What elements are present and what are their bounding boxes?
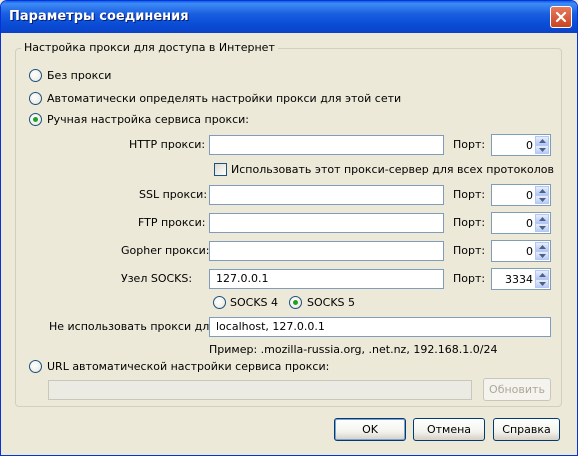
reload-button[interactable]: Обновить	[483, 378, 551, 401]
http-port-value: 0	[526, 139, 533, 152]
spin-up-icon[interactable]	[535, 186, 549, 195]
ftp-proxy-label: FTP прокси:	[138, 216, 206, 229]
proxy-settings-group: Настройка прокси для доступа в Интернет …	[15, 41, 562, 407]
socks-host-label: Узел SOCKS:	[121, 272, 193, 285]
http-proxy-input[interactable]	[209, 135, 444, 155]
spin-up-icon[interactable]	[535, 242, 549, 251]
ssl-port-value: 0	[526, 189, 533, 202]
spin-down-icon[interactable]	[535, 145, 549, 154]
window-title: Параметры соединения	[9, 9, 189, 24]
gopher-proxy-input[interactable]	[209, 241, 444, 261]
gopher-port-value: 0	[526, 245, 533, 258]
radio-no-proxy-label[interactable]: Без прокси	[47, 69, 111, 82]
radio-auto-url-label[interactable]: URL автоматической настройки сервиса про…	[47, 360, 329, 373]
spin-down-icon[interactable]	[535, 251, 549, 260]
radio-manual[interactable]	[29, 113, 42, 126]
http-proxy-label: HTTP прокси:	[129, 138, 206, 151]
spin-down-icon[interactable]	[535, 195, 549, 204]
radio-socks4[interactable]	[213, 296, 226, 309]
spin-down-icon[interactable]	[535, 223, 549, 232]
connection-settings-dialog: Параметры соединения Настройка прокси дл…	[0, 0, 578, 456]
radio-socks5[interactable]	[289, 296, 302, 309]
radio-auto-detect[interactable]	[29, 92, 42, 105]
no-proxy-example: Пример: .mozilla-russia.org, .net.nz, 19…	[209, 343, 498, 356]
socks-port-value: 3334	[505, 273, 533, 286]
dialog-body: Настройка прокси для доступа в Интернет …	[5, 33, 575, 453]
gopher-proxy-label: Gopher прокси:	[121, 244, 210, 257]
ssl-port-label: Порт:	[453, 188, 486, 201]
gopher-port-spinner[interactable]: 0	[491, 240, 551, 262]
radio-socks5-label[interactable]: SOCKS 5	[307, 296, 355, 309]
http-port-label: Порт:	[453, 138, 486, 151]
ssl-proxy-label: SSL прокси:	[139, 188, 208, 201]
group-legend: Настройка прокси для доступа в Интернет	[21, 41, 278, 54]
socks-host-input[interactable]: 127.0.0.1	[209, 269, 444, 289]
no-proxy-for-label: Не использовать прокси для:	[49, 320, 220, 333]
use-for-all-checkbox[interactable]	[214, 163, 227, 176]
spin-up-icon[interactable]	[535, 270, 549, 279]
cancel-button[interactable]: Отмена	[413, 418, 485, 441]
close-icon	[555, 11, 567, 23]
http-port-spinner[interactable]: 0	[491, 134, 551, 156]
ok-button[interactable]: OK	[334, 418, 406, 441]
title-bar: Параметры соединения	[1, 1, 577, 33]
use-for-all-label[interactable]: Использовать этот прокси-сервер для всех…	[231, 163, 554, 176]
radio-no-proxy[interactable]	[29, 69, 42, 82]
ftp-port-label: Порт:	[453, 216, 486, 229]
close-button[interactable]	[550, 6, 572, 28]
spin-down-icon[interactable]	[535, 279, 549, 288]
ftp-port-value: 0	[526, 217, 533, 230]
ssl-port-spinner[interactable]: 0	[491, 184, 551, 206]
socks-port-label: Порт:	[453, 272, 486, 285]
gopher-port-label: Порт:	[453, 244, 486, 257]
radio-auto-url[interactable]	[29, 360, 42, 373]
ftp-proxy-input[interactable]	[209, 213, 444, 233]
radio-auto-detect-label[interactable]: Автоматически определять настройки прокс…	[47, 92, 401, 105]
ssl-proxy-input[interactable]	[209, 185, 444, 205]
ftp-port-spinner[interactable]: 0	[491, 212, 551, 234]
socks-port-spinner[interactable]: 3334	[491, 268, 551, 290]
radio-socks4-label[interactable]: SOCKS 4	[230, 296, 278, 309]
spin-up-icon[interactable]	[535, 136, 549, 145]
auto-url-input[interactable]	[48, 380, 472, 400]
radio-manual-label[interactable]: Ручная настройка сервиса прокси:	[47, 113, 249, 126]
help-button[interactable]: Справка	[493, 418, 560, 441]
no-proxy-for-input[interactable]: localhost, 127.0.0.1	[209, 317, 551, 337]
spin-up-icon[interactable]	[535, 214, 549, 223]
